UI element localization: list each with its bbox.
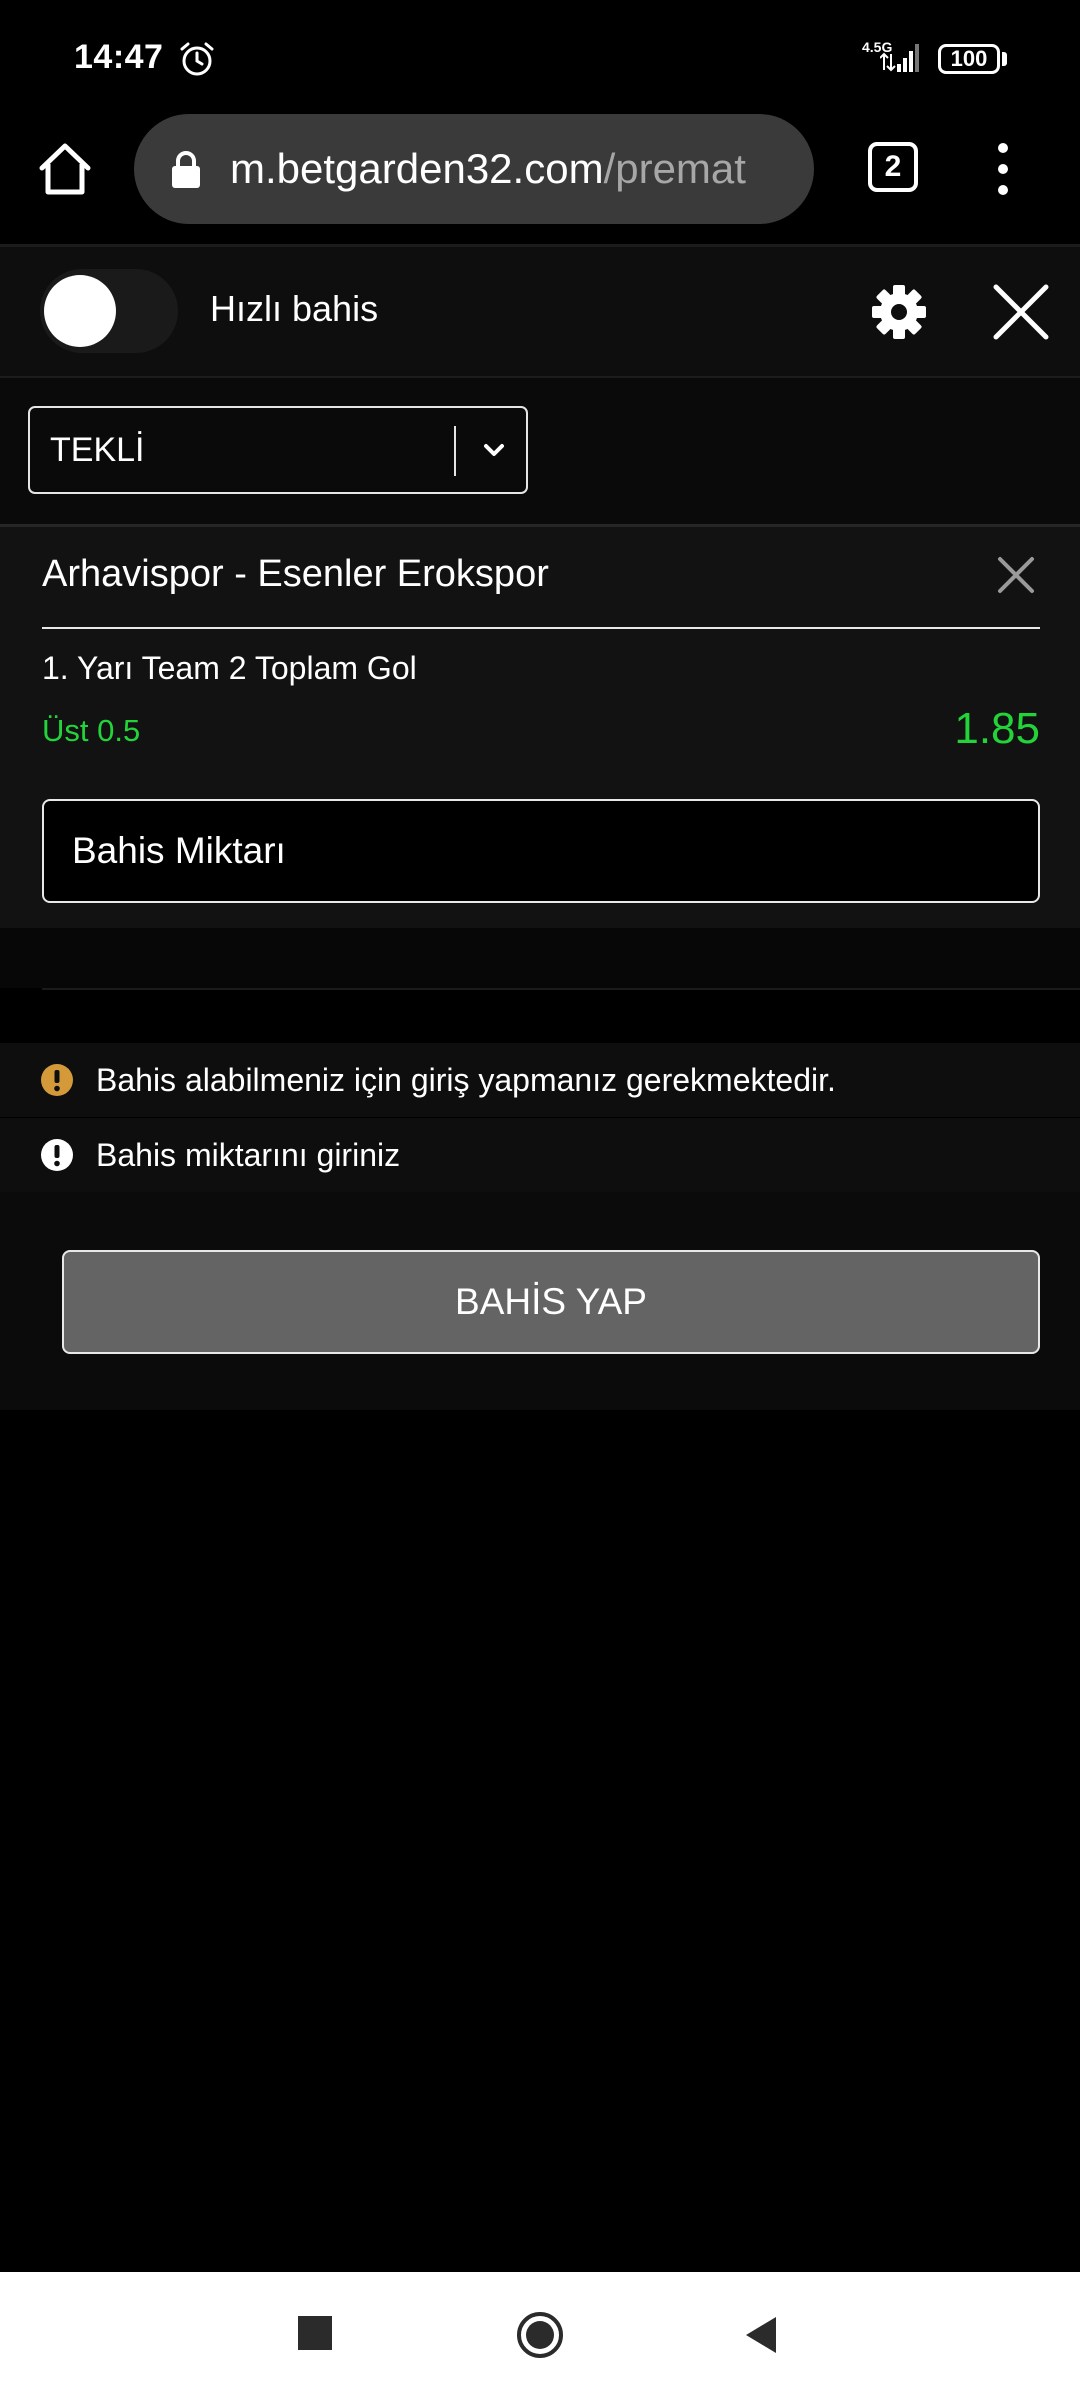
alarm-icon [180, 42, 214, 76]
status-bar: 14:47 4.5G 100 [0, 0, 1080, 110]
bet-type-select[interactable]: TEKLİ [28, 406, 528, 494]
navigation-bar [0, 2272, 1080, 2400]
url-path: /premat [603, 145, 746, 192]
message-text: Bahis miktarını giriniz [96, 1137, 401, 1173]
place-bet-button[interactable]: BAHİS YAP [62, 1250, 1040, 1354]
recents-icon[interactable] [298, 2316, 332, 2350]
status-time: 14:47 [74, 38, 164, 76]
market-name: 1. Yarı Team 2 Toplam Gol [42, 650, 417, 686]
login-required-message: Bahis alabilmeniz için giriş yapmanız ge… [0, 1043, 1080, 1117]
card-divider [42, 627, 1040, 629]
nav-home-icon[interactable] [515, 2310, 565, 2360]
lock-icon [172, 151, 200, 188]
message-text: Bahis alabilmeniz için giriş yapmanız ge… [96, 1062, 836, 1098]
spacer [0, 928, 1080, 988]
place-bet-area: BAHİS YAP [0, 1192, 1080, 1410]
url-host: m.betgarden32.com [230, 145, 604, 192]
stake-required-message: Bahis miktarını giriniz [0, 1118, 1080, 1192]
chevron-down-icon [484, 444, 504, 456]
divider [42, 988, 1080, 990]
stake-input[interactable] [42, 799, 1040, 903]
warning-icon [41, 1064, 73, 1096]
gear-icon[interactable] [868, 281, 930, 343]
bet-type-value: TEKLİ [50, 431, 145, 469]
close-icon[interactable] [990, 281, 1052, 343]
screen: 14:47 4.5G 100 m.betgarden32.com/premat … [0, 0, 1080, 2400]
select-divider [454, 426, 456, 476]
match-title: Arhavispor - Esenler Erokspor [42, 553, 549, 595]
remove-bet-icon[interactable] [996, 555, 1036, 595]
back-icon[interactable] [742, 2314, 780, 2356]
quick-bet-toggle[interactable] [40, 269, 178, 353]
more-vert-icon[interactable] [990, 140, 1016, 198]
toggle-knob [44, 275, 116, 347]
home-icon[interactable] [36, 140, 94, 198]
battery-level: 100 [950, 46, 988, 71]
quick-bet-label: Hızlı bahis [210, 288, 379, 329]
browser-toolbar: m.betgarden32.com/premat 2 [0, 110, 1080, 244]
odds-value: 1.85 [954, 704, 1040, 753]
bet-card: Arhavispor - Esenler Erokspor 1. Yarı Te… [0, 524, 1080, 928]
address-bar[interactable]: m.betgarden32.com/premat [134, 114, 814, 224]
url-text[interactable]: m.betgarden32.com/premat [230, 144, 790, 194]
alert-icon [41, 1139, 73, 1171]
bet-slip-header: Hızlı bahis [0, 244, 1080, 376]
battery-icon: 100 [938, 44, 1000, 74]
signal-icon [880, 44, 919, 72]
battery-tip [1002, 52, 1007, 66]
tabs-button[interactable]: 2 [868, 142, 918, 192]
selection-name: Üst 0.5 [42, 713, 141, 748]
bet-type-area: TEKLİ [0, 376, 1080, 524]
